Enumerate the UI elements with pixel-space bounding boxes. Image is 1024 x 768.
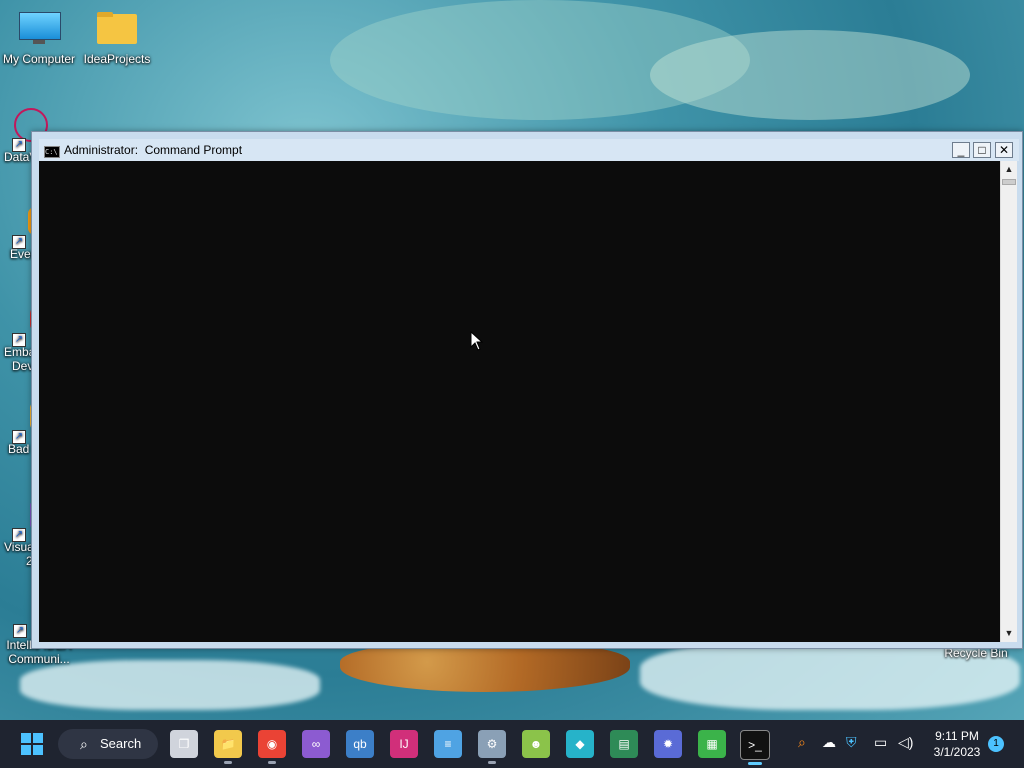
- maximize-button[interactable]: □: [973, 142, 991, 158]
- close-button[interactable]: ✕: [995, 142, 1013, 158]
- clock-date: 3/1/2023: [933, 745, 981, 759]
- shortcut-arrow-icon: ↗: [12, 235, 26, 249]
- running-indicator: [268, 761, 276, 764]
- taskbar-app-globe-icon[interactable]: ✹: [654, 730, 682, 758]
- taskbar-file-explorer-icon[interactable]: 📁: [214, 730, 242, 764]
- icon-label: IdeaProjects: [83, 52, 151, 66]
- console-area[interactable]: [39, 161, 1000, 642]
- shortcut-arrow-icon: ↗: [12, 333, 26, 347]
- start-button[interactable]: [18, 730, 46, 758]
- taskbar-bad-piggies-icon[interactable]: ☻: [522, 730, 550, 758]
- monitor-icon: [17, 10, 61, 46]
- taskbar-visual-studio-icon[interactable]: ∞: [302, 730, 330, 758]
- shortcut-arrow-icon: ↗: [13, 624, 27, 638]
- desktop-icon-ideaprojects[interactable]: IdeaProjects: [79, 10, 155, 66]
- running-indicator: [224, 761, 232, 764]
- scroll-up-button[interactable]: ▲: [1001, 161, 1017, 177]
- taskbar-settings-icon[interactable]: ⚙: [478, 730, 506, 764]
- folder-icon: [95, 10, 139, 46]
- taskbar-task-view-icon[interactable]: ❐: [170, 730, 198, 758]
- notification-badge[interactable]: 1: [988, 736, 1004, 752]
- minimize-button[interactable]: _: [952, 142, 970, 158]
- starfish-image: [340, 642, 630, 692]
- shortcut-arrow-icon: ↗: [12, 430, 26, 444]
- taskbar-chrome-icon[interactable]: ◉: [258, 730, 286, 764]
- command-prompt-window[interactable]: C:\ Administrator: Command Prompt _ □ ✕ …: [31, 131, 1023, 649]
- onedrive-icon[interactable]: ☁: [822, 734, 836, 751]
- desktop-icon-my-computer[interactable]: My Computer: [1, 10, 77, 66]
- volume-icon[interactable]: ◁): [898, 734, 913, 751]
- scroll-thumb[interactable]: [1002, 179, 1016, 185]
- taskbar-app-teal-icon[interactable]: ◆: [566, 730, 594, 758]
- running-indicator: [748, 762, 762, 765]
- clock[interactable]: 9:11 PM 3/1/2023: [924, 728, 990, 760]
- taskbar-intellij-icon[interactable]: IJ: [390, 730, 418, 758]
- windows-logo-icon: [21, 733, 43, 755]
- shortcut-arrow-icon: ↗: [12, 138, 26, 152]
- security-icon[interactable]: ⛨: [846, 734, 857, 751]
- search-everything-icon[interactable]: ⌕: [798, 734, 806, 751]
- running-indicator: [488, 761, 496, 764]
- taskbar-qbittorrent-icon[interactable]: qb: [346, 730, 374, 758]
- scroll-down-button[interactable]: ▼: [1001, 625, 1017, 641]
- taskbar-command-prompt-icon[interactable]: >_: [740, 730, 770, 765]
- water-highlight: [650, 30, 970, 120]
- taskbar-app-green-icon[interactable]: ▦: [698, 730, 726, 758]
- window-title: Administrator: Command Prompt: [64, 143, 243, 157]
- network-icon[interactable]: ▭: [874, 734, 887, 751]
- taskbar-notepad-icon[interactable]: ≡: [434, 730, 462, 758]
- taskbar-app-monitor-icon[interactable]: ▤: [610, 730, 638, 758]
- mouse-pointer-icon: [470, 331, 484, 351]
- command-prompt-icon: C:\: [44, 146, 60, 158]
- search-icon: ⌕: [80, 736, 88, 752]
- clock-time: 9:11 PM: [935, 729, 979, 743]
- icon-label: My Computer: [2, 52, 76, 66]
- icon-label: Communi...: [8, 652, 70, 666]
- taskbar-search[interactable]: ⌕ Search: [58, 729, 158, 759]
- shortcut-arrow-icon: ↗: [12, 528, 26, 542]
- taskbar: ⌕ Search ❐ 📁 ◉ ∞ qb IJ ≡ ⚙ ☻ ◆ ▤ ✹ ▦ >_ ⌕ ☁ ⛨ ▭ ◁) 9:…: [0, 720, 1024, 768]
- title-bar[interactable]: C:\ Administrator: Command Prompt _ □ ✕: [39, 139, 1019, 161]
- sea-foam: [20, 660, 320, 710]
- vertical-scrollbar[interactable]: ▲ ▼: [1000, 161, 1017, 642]
- search-label: Search: [100, 736, 142, 751]
